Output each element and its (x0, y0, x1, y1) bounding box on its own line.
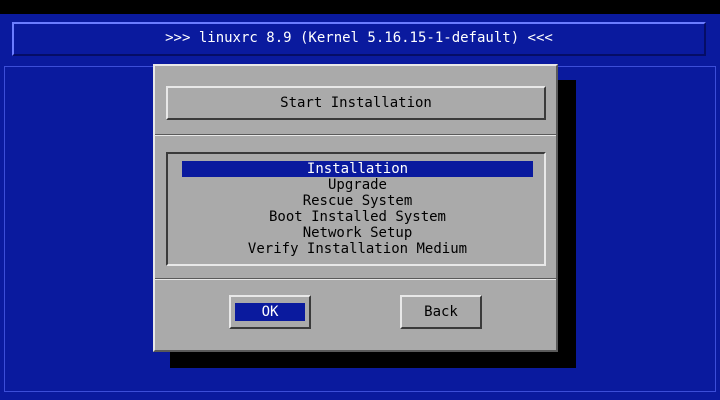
back-button[interactable]: Back (400, 295, 482, 329)
menu-item-network-setup[interactable]: Network Setup (182, 225, 533, 241)
menu-item-verify-installation-medium[interactable]: Verify Installation Medium (182, 241, 533, 257)
menu-list: Installation Upgrade Rescue System Boot … (182, 161, 533, 257)
menu-list-box: Installation Upgrade Rescue System Boot … (166, 152, 546, 266)
linuxrc-screen: >>> linuxrc 8.9 (Kernel 5.16.15-1-defaul… (0, 0, 720, 400)
menu-item-installation[interactable]: Installation (182, 161, 533, 177)
top-strip (0, 0, 720, 14)
back-button-label: Back (424, 304, 458, 320)
divider-top (155, 134, 556, 136)
menu-item-boot-installed-system[interactable]: Boot Installed System (182, 209, 533, 225)
header-title: >>> linuxrc 8.9 (Kernel 5.16.15-1-defaul… (165, 30, 553, 46)
ok-button-label: OK (235, 303, 305, 321)
dialog-title-box: Start Installation (166, 86, 546, 120)
menu-item-rescue-system[interactable]: Rescue System (182, 193, 533, 209)
menu-item-upgrade[interactable]: Upgrade (182, 177, 533, 193)
start-installation-dialog: Start Installation Installation Upgrade … (153, 64, 558, 352)
divider-bottom (155, 278, 556, 280)
dialog-title: Start Installation (280, 95, 432, 111)
header-bar: >>> linuxrc 8.9 (Kernel 5.16.15-1-defaul… (12, 22, 706, 56)
ok-button[interactable]: OK (229, 295, 311, 329)
